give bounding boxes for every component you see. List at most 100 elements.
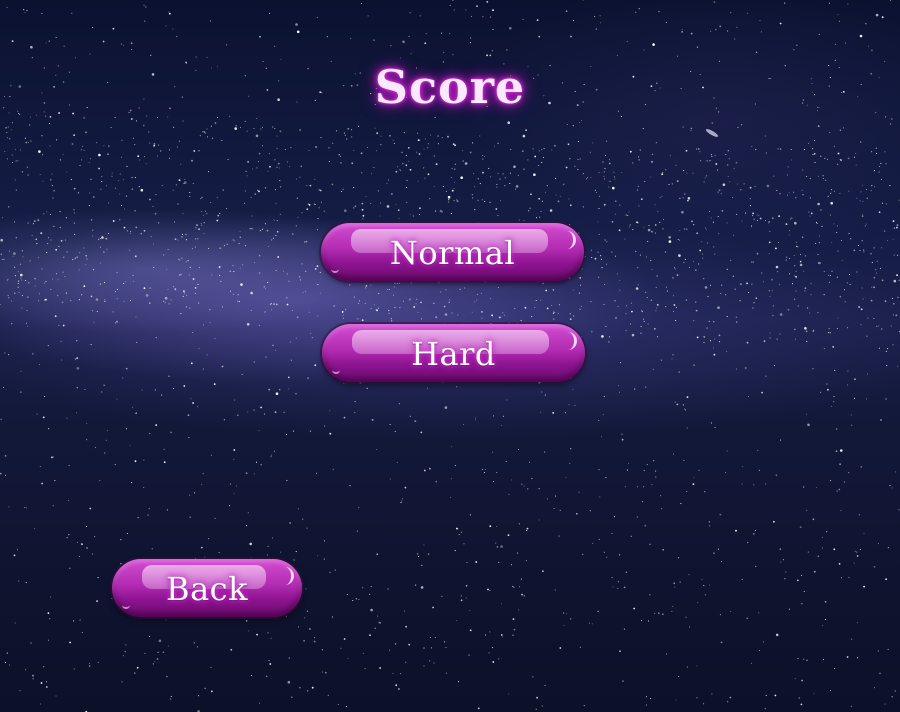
star	[261, 228, 264, 230]
star	[497, 286, 499, 289]
star	[659, 197, 661, 199]
star	[856, 622, 858, 624]
star	[495, 208, 498, 210]
star	[43, 213, 45, 215]
star	[574, 405, 576, 407]
star	[786, 194, 789, 196]
star	[512, 634, 514, 636]
star	[405, 154, 407, 156]
star	[400, 502, 402, 504]
star	[728, 158, 730, 160]
star	[526, 527, 529, 530]
star	[449, 299, 451, 301]
star	[286, 273, 288, 275]
star	[736, 26, 738, 28]
star	[541, 200, 543, 202]
star	[246, 130, 248, 132]
star	[776, 189, 778, 192]
star	[204, 131, 206, 133]
star	[713, 1, 716, 3]
normal-button[interactable]: Normal	[321, 223, 584, 281]
star	[500, 603, 502, 605]
star	[119, 193, 121, 195]
star	[99, 246, 101, 248]
star	[453, 187, 455, 189]
star	[554, 144, 556, 147]
star	[703, 584, 705, 586]
star	[386, 205, 390, 208]
star	[306, 208, 309, 211]
star	[295, 337, 297, 339]
star	[434, 116, 436, 118]
star	[599, 496, 601, 498]
star	[102, 40, 105, 43]
star	[445, 190, 448, 193]
star	[387, 588, 389, 590]
star	[654, 204, 656, 206]
star	[183, 385, 186, 387]
star	[520, 578, 522, 580]
star	[405, 164, 408, 167]
star	[476, 293, 478, 295]
star	[378, 621, 381, 624]
star	[14, 622, 16, 624]
star	[570, 618, 572, 620]
star	[346, 593, 348, 596]
star	[58, 324, 60, 327]
star	[453, 9, 455, 11]
star	[804, 290, 806, 292]
star	[703, 336, 706, 338]
star	[78, 269, 80, 271]
star	[599, 15, 601, 17]
star	[395, 684, 398, 687]
star	[518, 609, 520, 611]
star	[645, 696, 648, 698]
star	[822, 625, 824, 627]
star	[696, 697, 698, 699]
star	[683, 170, 685, 172]
star	[647, 240, 649, 242]
star	[626, 469, 628, 471]
star	[826, 383, 828, 385]
star	[758, 649, 761, 652]
star	[853, 397, 856, 399]
star	[392, 294, 395, 296]
star	[429, 660, 431, 662]
star	[765, 694, 767, 696]
star	[826, 158, 829, 160]
star	[71, 143, 74, 145]
star	[726, 351, 728, 353]
star	[158, 222, 160, 224]
star	[782, 559, 784, 561]
star	[129, 232, 131, 234]
star	[260, 406, 262, 409]
star	[507, 121, 511, 124]
star	[837, 14, 839, 16]
star	[131, 406, 133, 408]
star	[820, 155, 822, 157]
star	[611, 577, 613, 579]
star	[155, 337, 157, 339]
star	[256, 117, 258, 120]
star	[380, 135, 382, 137]
star	[180, 273, 182, 275]
star	[570, 35, 572, 38]
star	[476, 5, 478, 8]
star	[608, 186, 610, 188]
star	[802, 236, 804, 238]
star	[36, 413, 38, 415]
star	[768, 290, 770, 292]
star	[265, 356, 267, 358]
star	[62, 153, 64, 155]
star	[321, 649, 323, 651]
back-button[interactable]: Back	[112, 559, 302, 617]
star	[204, 556, 206, 558]
star	[149, 432, 151, 434]
star	[529, 207, 531, 209]
star	[4, 474, 7, 476]
star	[583, 705, 585, 707]
star	[614, 255, 617, 257]
hard-button[interactable]: Hard	[322, 324, 585, 382]
star	[297, 216, 299, 218]
star	[658, 11, 660, 13]
